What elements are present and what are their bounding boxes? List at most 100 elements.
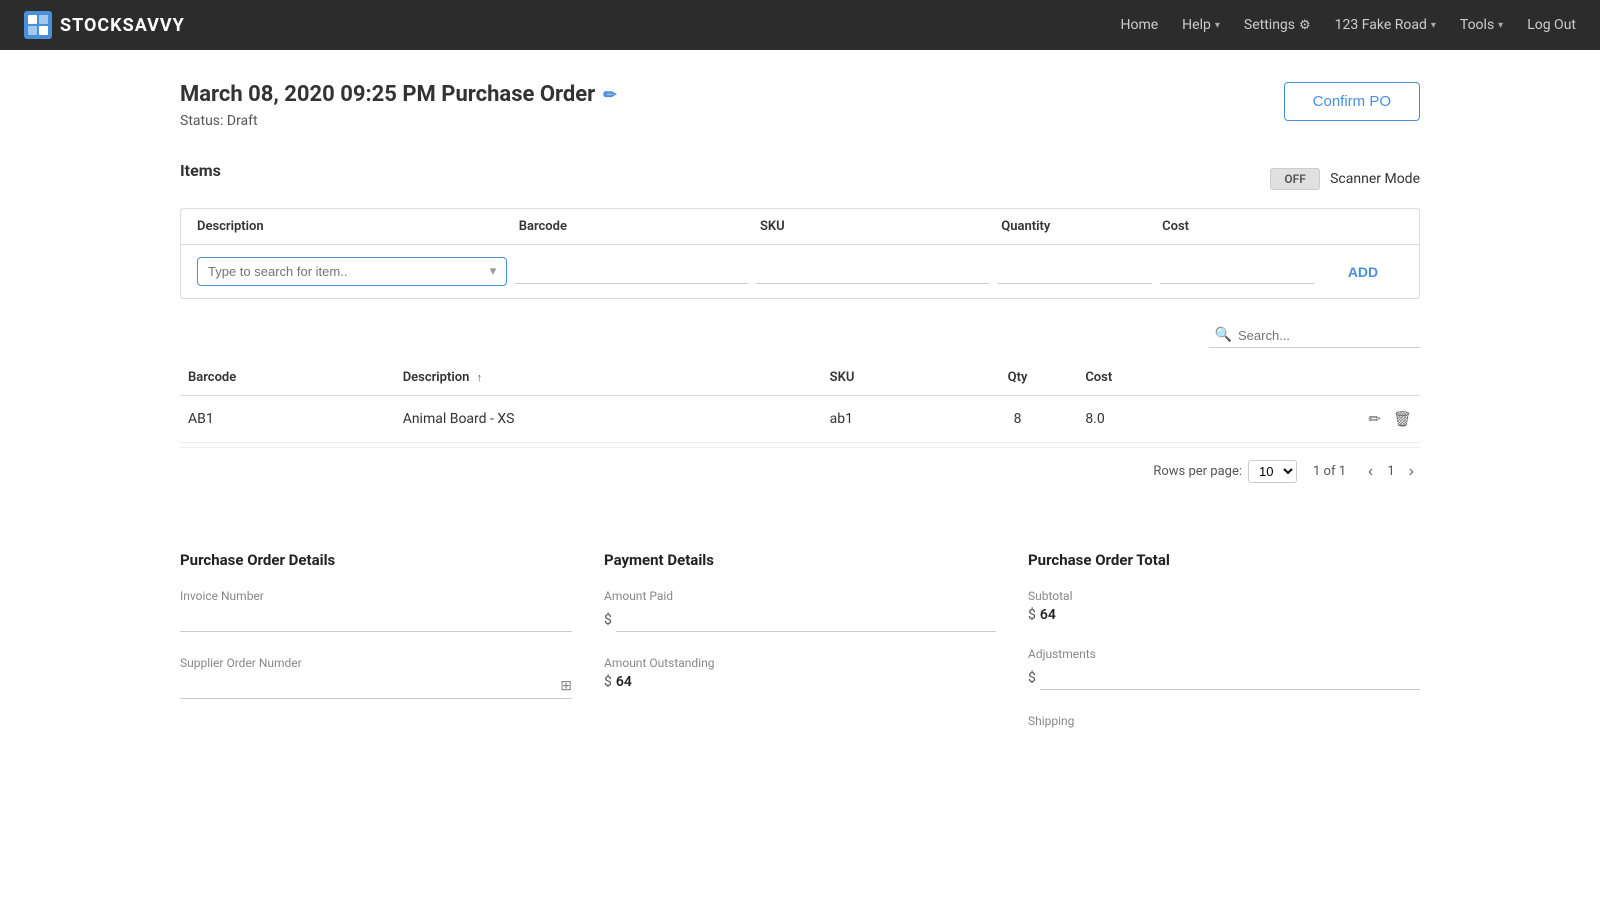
supplier-order-label: Supplier Order Numder (180, 656, 572, 670)
col-cost: Cost (1077, 360, 1220, 396)
col-description[interactable]: Description ↑ (395, 360, 822, 396)
nav-settings[interactable]: Settings ⚙ (1244, 17, 1311, 33)
adjustments-group: Adjustments $ (1028, 647, 1420, 690)
items-table-header-row: Barcode Description ↑ SKU Qty Cost (180, 360, 1420, 396)
adjustments-currency: $ (1028, 670, 1036, 686)
subtotal-currency: $ (1028, 607, 1036, 623)
item-search-dropdown[interactable]: ▾ (197, 257, 507, 286)
payment-details-title: Payment Details (604, 551, 996, 569)
row-qty: 8 (958, 396, 1078, 443)
amount-outstanding-value: 64 (616, 674, 632, 690)
header-action (1323, 219, 1403, 234)
sku-input[interactable] (756, 260, 989, 284)
nav-help[interactable]: Help ▾ (1182, 17, 1220, 33)
amount-outstanding-row: $ 64 (604, 674, 996, 690)
delete-row-icon[interactable]: 🗑 (1393, 410, 1412, 428)
dropdown-chevron-icon: ▾ (490, 264, 497, 279)
page-title-text: March 08, 2020 09:25 PM Purchase Order (180, 82, 595, 107)
cost-input[interactable] (1160, 260, 1315, 284)
purchase-order-details: Purchase Order Details Invoice Number Su… (180, 551, 572, 752)
supplier-order-group: Supplier Order Numder ⊞ (180, 656, 572, 699)
tools-chevron-icon: ▾ (1498, 20, 1503, 31)
next-page-button[interactable]: › (1403, 461, 1420, 483)
row-description: Animal Board - XS (395, 396, 822, 443)
subtotal-value: 64 (1040, 607, 1056, 623)
items-search-input[interactable] (1238, 328, 1414, 343)
subtotal-label: Subtotal (1028, 589, 1420, 603)
items-data-table: Barcode Description ↑ SKU Qty Cost AB1 A… (180, 360, 1420, 443)
col-actions (1221, 360, 1420, 396)
col-qty: Qty (958, 360, 1078, 396)
supplier-order-icon[interactable]: ⊞ (560, 678, 572, 694)
subtotal-group: Subtotal $ 64 (1028, 589, 1420, 623)
current-page: 1 (1387, 464, 1394, 479)
amount-paid-currency: $ (604, 612, 612, 628)
nav-logout[interactable]: Log Out (1527, 17, 1576, 33)
brand-name: STOCKSAVVY (60, 15, 185, 36)
nav-location[interactable]: 123 Fake Road ▾ (1335, 17, 1436, 33)
col-sku: SKU (822, 360, 958, 396)
amount-outstanding-group: Amount Outstanding $ 64 (604, 656, 996, 690)
adjustments-label: Adjustments (1028, 647, 1420, 661)
shipping-label: Shipping (1028, 714, 1420, 728)
sort-arrow-icon: ↑ (477, 371, 483, 384)
page-title-area: March 08, 2020 09:25 PM Purchase Order ✏… (180, 82, 617, 129)
page-header: March 08, 2020 09:25 PM Purchase Order ✏… (180, 82, 1420, 129)
add-item-row: ▾ ADD (181, 245, 1419, 298)
amount-outstanding-label: Amount Outstanding (604, 656, 996, 670)
brand-icon (24, 11, 52, 39)
invoice-number-group: Invoice Number (180, 589, 572, 632)
navbar-links: Home Help ▾ Settings ⚙ 123 Fake Road ▾ T… (1120, 17, 1576, 33)
header-quantity: Quantity (1001, 219, 1162, 234)
header-description: Description (197, 219, 519, 234)
nav-tools[interactable]: Tools ▾ (1460, 17, 1503, 33)
nav-home[interactable]: Home (1120, 17, 1158, 33)
navbar: STOCKSAVVY Home Help ▾ Settings ⚙ 123 Fa… (0, 0, 1600, 50)
rows-per-page-label: Rows per page: (1153, 464, 1242, 479)
gear-icon: ⚙ (1299, 18, 1311, 33)
row-barcode: AB1 (180, 396, 395, 443)
rows-per-page: Rows per page: 10 25 50 (1153, 460, 1297, 483)
confirm-po-button[interactable]: Confirm PO (1284, 82, 1420, 121)
rows-per-page-select[interactable]: 10 25 50 (1248, 460, 1297, 483)
scanner-mode-label: Scanner Mode (1330, 171, 1420, 187)
edit-title-icon[interactable]: ✏ (603, 85, 616, 104)
bottom-details: Purchase Order Details Invoice Number Su… (180, 527, 1420, 752)
subtotal-row: $ 64 (1028, 607, 1420, 623)
supplier-order-wrapper: ⊞ (180, 674, 572, 699)
quantity-input[interactable] (997, 260, 1152, 284)
table-row: AB1 Animal Board - XS ab1 8 8.0 ✏ 🗑 (180, 396, 1420, 443)
page-navigation: ‹ 1 › (1362, 461, 1420, 483)
help-chevron-icon: ▾ (1215, 20, 1220, 31)
item-search-input[interactable] (208, 264, 490, 279)
po-details-title: Purchase Order Details (180, 551, 572, 569)
header-barcode: Barcode (519, 219, 760, 234)
location-chevron-icon: ▾ (1431, 20, 1436, 31)
items-section-title: Items (180, 161, 221, 180)
prev-page-button[interactable]: ‹ (1362, 461, 1379, 483)
col-barcode: Barcode (180, 360, 395, 396)
items-list-controls: 🔍 (180, 323, 1420, 348)
row-sku: ab1 (822, 396, 958, 443)
add-item-table: Description Barcode SKU Quantity Cost ▾ … (180, 208, 1420, 299)
amount-outstanding-currency: $ (604, 674, 612, 690)
barcode-input[interactable] (515, 260, 748, 284)
pagination-bar: Rows per page: 10 25 50 1 of 1 ‹ 1 › (180, 447, 1420, 495)
po-total: Purchase Order Total Subtotal $ 64 Adjus… (1028, 551, 1420, 752)
edit-row-icon[interactable]: ✏ (1368, 410, 1381, 428)
supplier-order-input[interactable] (180, 678, 560, 694)
add-table-header: Description Barcode SKU Quantity Cost (181, 209, 1419, 245)
items-list-section: 🔍 Barcode Description ↑ SKU Qty Cost (180, 323, 1420, 495)
page-title: March 08, 2020 09:25 PM Purchase Order ✏ (180, 82, 617, 107)
page-info: 1 of 1 (1313, 464, 1346, 479)
shipping-group: Shipping (1028, 714, 1420, 728)
add-item-button[interactable]: ADD (1323, 264, 1403, 280)
invoice-number-input[interactable] (180, 607, 572, 632)
adjustments-input[interactable] (1040, 665, 1420, 690)
po-total-title: Purchase Order Total (1028, 551, 1420, 569)
adjustments-row: $ (1028, 665, 1420, 690)
brand-logo[interactable]: STOCKSAVVY (24, 11, 185, 39)
amount-paid-input[interactable] (616, 607, 996, 632)
scanner-toggle[interactable]: OFF (1270, 168, 1320, 190)
items-search-box[interactable]: 🔍 (1209, 323, 1420, 348)
